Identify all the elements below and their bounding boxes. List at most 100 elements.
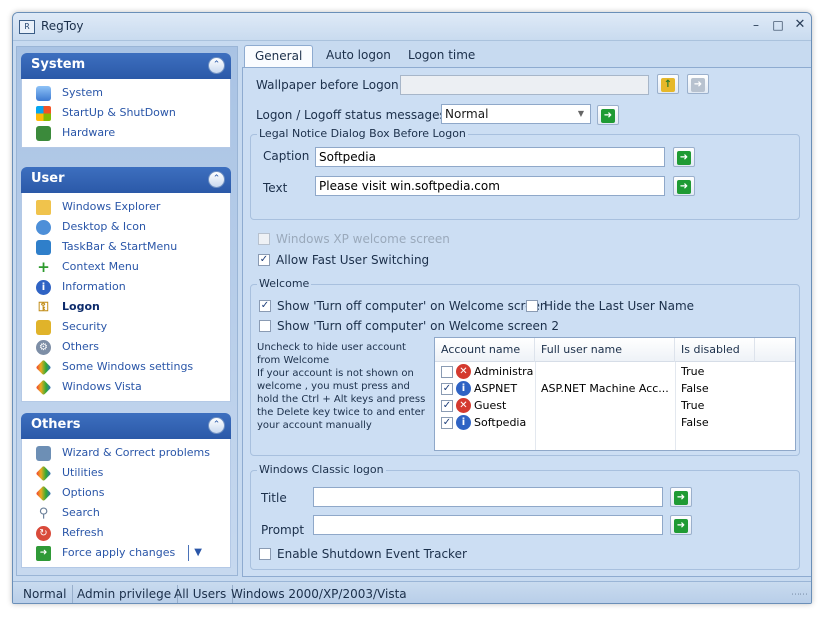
sidebar-item-label: Search [62,506,100,519]
tab-logon-time[interactable]: Logon time [398,45,485,67]
user-panel-title: User [31,171,65,186]
sidebar-item-desktop-icon[interactable]: Desktop & Icon [22,217,230,237]
turn-off-welcome-checkbox[interactable]: ✓ Show 'Turn off computer' on Welcome scr… [259,299,548,315]
arrow-right-icon: ➜ [36,546,51,561]
caption-input[interactable]: Softpedia [315,147,665,167]
others-panel: Others ⌃ Wizard & Correct problems Utili… [21,413,231,568]
collapse-others-icon[interactable]: ⌃ [208,417,225,434]
column-is-disabled[interactable]: Is disabled [675,338,755,362]
arrow-right-icon: ➜ [691,78,705,92]
others-panel-header[interactable]: Others ⌃ [21,413,231,439]
collapse-user-icon[interactable]: ⌃ [208,171,225,188]
text-label: Text [263,181,288,195]
sidebar-item-options[interactable]: Options [22,483,230,503]
apply-caption-button[interactable]: ➜ [673,147,695,167]
circuit-board-icon [36,126,51,141]
table-row[interactable]: ✓ i ASPNET ASP.NET Machine Acc... False [435,380,795,397]
table-row[interactable]: ✓ ✕ Guest True [435,397,795,414]
turn-off-welcome-2-checkbox[interactable]: Show 'Turn off computer' on Welcome scre… [259,319,559,335]
sidebar-item-hardware[interactable]: Hardware [22,123,230,143]
apply-classic-title-button[interactable]: ➜ [670,487,692,507]
sidebar-item-label: Refresh [62,526,104,539]
classic-title-input[interactable] [313,487,663,507]
sidebar-item-utilities[interactable]: Utilities [22,463,230,483]
arrow-right-icon: ➜ [601,109,615,123]
maximize-button[interactable]: □ [767,18,789,34]
arrow-right-icon: ➜ [677,180,691,194]
collapse-system-icon[interactable]: ⌃ [208,57,225,74]
welcome-help-text: Uncheck to hide user account from Welcom… [257,341,429,432]
classic-prompt-input[interactable] [313,515,663,535]
wallpaper-field[interactable] [400,75,649,95]
accounts-listview[interactable]: Account name Full user name Is disabled … [434,337,796,451]
sidebar-item-label: StartUp & ShutDown [62,106,176,119]
status-mode: Normal [17,585,74,603]
pen-icon [35,465,52,482]
checkbox-box: ✓ [258,254,270,266]
account-name-cell: Administra... [474,365,534,378]
status-os: Windows 2000/XP/2003/Vista [231,587,407,601]
info-user-icon: i [456,381,471,396]
column-full-user-name[interactable]: Full user name [535,338,675,362]
tab-strip: General Auto logon Logon time [242,43,811,67]
account-name-cell: Guest [474,399,507,412]
status-messages-select[interactable]: Normal ▼ [441,104,591,124]
sidebar-item-taskbar-startmenu[interactable]: TaskBar & StartMenu [22,237,230,257]
table-row[interactable]: ✓ i Softpedia False [435,414,795,431]
sidebar-item-startup-shutdown[interactable]: StartUp & ShutDown [22,103,230,123]
sidebar-item-windows-explorer[interactable]: Windows Explorer [22,197,230,217]
checkbox-box [258,233,270,245]
shutdown-tracker-checkbox[interactable]: Enable Shutdown Event Tracker [259,547,467,563]
plus-icon: + [37,258,50,276]
row-checkbox[interactable]: ✓ [441,417,453,429]
sidebar-item-others[interactable]: ⚙ Others [22,337,230,357]
user-panel-body: Windows Explorer Desktop & Icon TaskBar … [21,193,231,402]
checkbox-label: Hide the Last User Name [544,299,695,313]
sidebar-item-refresh[interactable]: ↻ Refresh [22,523,230,543]
resize-grip-icon[interactable]: ⋯⋯ [791,590,808,600]
apply-text-button[interactable]: ➜ [673,176,695,196]
chevron-down-icon[interactable]: ▼ [188,545,202,561]
tab-general[interactable]: General [244,45,314,67]
full-name-cell [541,363,673,380]
user-panel-header[interactable]: User ⌃ [21,167,231,193]
fast-user-switching-checkbox[interactable]: ✓ Allow Fast User Switching [258,253,429,269]
apply-status-button[interactable]: ➜ [597,105,619,125]
account-name-cell: Softpedia [474,416,527,429]
system-panel-body: System StartUp & ShutDown Hardware [21,79,231,148]
arrow-right-icon: ➜ [674,491,688,505]
sidebar-item-security[interactable]: Security [22,317,230,337]
regtoy-window: R RegToy – □ ✕ System ⌃ System StartUp &… [12,12,812,604]
sidebar-item-system[interactable]: System [22,83,230,103]
hide-last-user-checkbox[interactable]: Hide the Last User Name [526,299,694,315]
table-row[interactable]: ✕ Administra... True [435,363,795,380]
sidebar-item-logon[interactable]: ⚿ Logon [22,297,230,317]
status-users: All Users [168,585,234,603]
column-account-name[interactable]: Account name [435,338,535,362]
browse-wallpaper-button[interactable]: ↑ [657,74,679,94]
others-panel-body: Wizard & Correct problems Utilities Opti… [21,439,231,568]
sidebar-item-force-apply[interactable]: ➜ Force apply changes ▼ [22,543,230,563]
window-title: RegToy [41,19,84,33]
sidebar-item-search[interactable]: ⚲ Search [22,503,230,523]
pen-icon [35,485,52,502]
title-bar[interactable]: R RegToy – □ ✕ [13,13,811,41]
close-button[interactable]: ✕ [789,18,811,34]
sidebar-item-wizard[interactable]: Wizard & Correct problems [22,443,230,463]
row-checkbox[interactable]: ✓ [441,383,453,395]
row-checkbox[interactable] [441,366,453,378]
row-checkbox[interactable]: ✓ [441,400,453,412]
sidebar-item-some-windows-settings[interactable]: Some Windows settings [22,357,230,377]
full-name-cell [541,397,673,414]
sidebar-item-information[interactable]: i Information [22,277,230,297]
classic-prompt-label: Prompt [261,523,305,537]
sidebar-item-windows-vista[interactable]: Windows Vista [22,377,230,397]
text-input[interactable]: Please visit win.softpedia.com [315,176,665,196]
sidebar-item-context-menu[interactable]: + Context Menu [22,257,230,277]
system-panel-header[interactable]: System ⌃ [21,53,231,79]
arrow-right-icon: ➜ [677,151,691,165]
is-disabled-cell: True [681,399,705,412]
tab-auto-logon[interactable]: Auto logon [316,45,401,67]
apply-classic-prompt-button[interactable]: ➜ [670,515,692,535]
minimize-button[interactable]: – [745,18,767,34]
